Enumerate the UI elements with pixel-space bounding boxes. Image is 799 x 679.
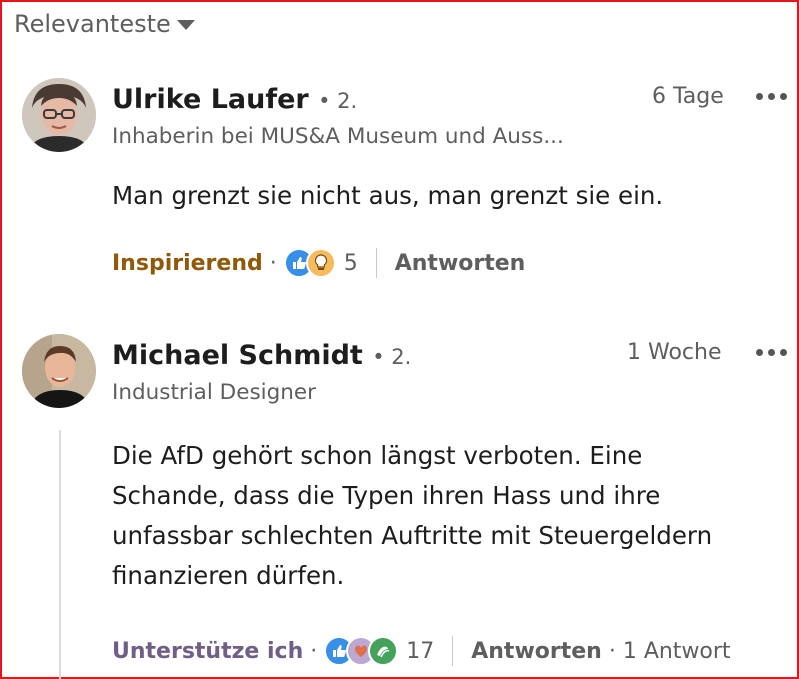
reply-button[interactable]: Antworten: [395, 251, 526, 276]
reaction-count[interactable]: 5: [344, 251, 358, 276]
comment-text-line: Schande, dass die Typen ihren Hass und i…: [112, 481, 661, 510]
author-name[interactable]: Michael Schmidt: [112, 340, 363, 371]
reaction-button[interactable]: Unterstütze ich: [112, 639, 303, 664]
divider: [375, 248, 377, 278]
comment-author[interactable]: Ulrike Laufer • 2.: [112, 84, 357, 115]
separator-dot: ·: [310, 638, 318, 664]
sort-dropdown[interactable]: Relevanteste: [14, 10, 195, 38]
separator-dot: ·: [269, 250, 277, 276]
reaction-count[interactable]: 17: [406, 639, 434, 664]
comment-time: 6 Tage: [652, 84, 724, 109]
comment-actions: Inspirierend · 5 Antworten: [112, 248, 525, 278]
more-options-icon[interactable]: [756, 88, 794, 104]
reply-button[interactable]: Antworten: [471, 639, 602, 664]
sort-label: Relevanteste: [14, 10, 171, 38]
comment-time: 1 Woche: [627, 340, 722, 365]
avatar[interactable]: [22, 334, 96, 408]
more-options-icon[interactable]: [756, 344, 794, 360]
comment-actions: Unterstütze ich · 17 Antworten · 1 Antwo…: [112, 636, 731, 666]
reactions-summary[interactable]: [324, 636, 399, 666]
thread-line: [59, 430, 61, 679]
comment-author[interactable]: Michael Schmidt • 2.: [112, 340, 411, 371]
author-headline: Industrial Designer: [112, 380, 316, 405]
comment-text: Man grenzt sie nicht aus, man grenzt sie…: [112, 181, 664, 210]
avatar[interactable]: [22, 78, 96, 152]
separator-dot: ·: [608, 638, 616, 664]
author-name[interactable]: Ulrike Laufer: [112, 84, 309, 115]
comment-text-line: unfassbar schlechten Auftritte mit Steue…: [112, 521, 713, 550]
insightful-icon: [305, 248, 336, 278]
caret-down-icon: [176, 20, 195, 30]
support-icon: [368, 636, 399, 666]
comment-text-line: Die AfD gehört schon längst verboten. Ei…: [112, 441, 643, 470]
divider: [452, 636, 454, 666]
reactions-summary[interactable]: [283, 248, 336, 278]
connection-degree: • 2.: [318, 89, 358, 113]
reaction-button[interactable]: Inspirierend: [112, 251, 263, 276]
comment-text: Die AfD gehört schon längst verboten. Ei…: [112, 436, 712, 596]
comment-text-line: finanzieren dürfen.: [112, 561, 345, 590]
replies-count-link[interactable]: 1 Antwort: [623, 639, 731, 664]
connection-degree: • 2.: [372, 345, 412, 369]
author-headline: Inhaberin bei MUS&A Museum und Auss...: [112, 124, 564, 149]
